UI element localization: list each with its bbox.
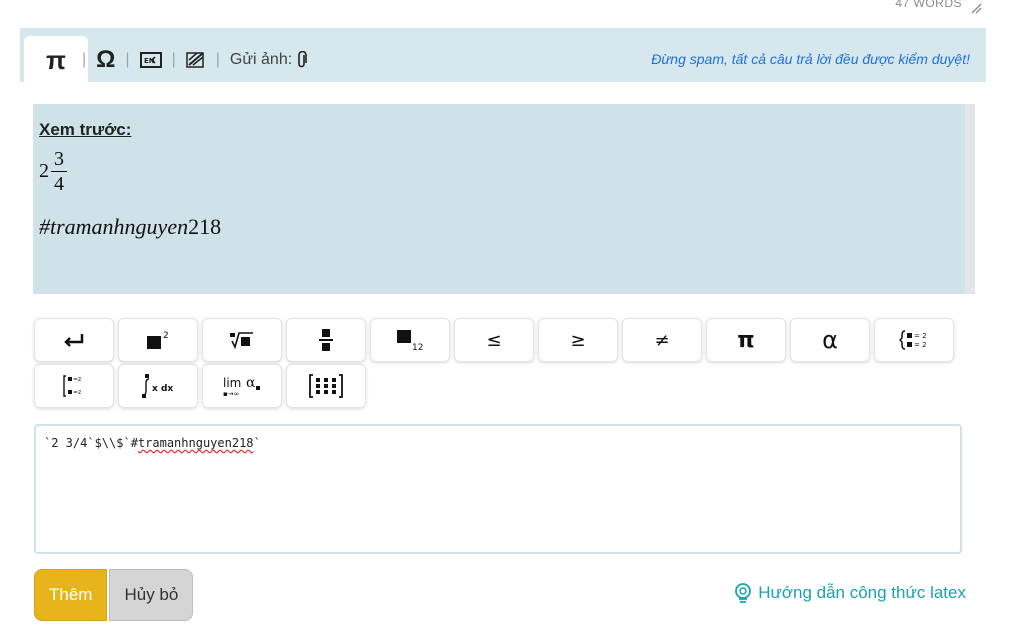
fraction-icon bbox=[319, 329, 333, 351]
separator: | bbox=[82, 51, 87, 68]
tab-math[interactable]: π bbox=[40, 44, 72, 76]
subscript-icon: 12 bbox=[397, 330, 423, 351]
svg-text:=z: =z bbox=[73, 376, 81, 383]
answer-editor-frame: 47 WORDS π | Ω | EN | | Gửi ảnh: Đừng sp… bbox=[20, 0, 986, 629]
fraction-denominator: 4 bbox=[54, 173, 64, 195]
latex-help-link[interactable]: Hướng dẫn công thức latex bbox=[732, 582, 966, 604]
cases-icon: = 2 = 2 bbox=[899, 330, 927, 350]
word-count: 47 WORDS bbox=[895, 0, 962, 10]
submit-button[interactable]: Thêm bbox=[34, 569, 108, 621]
limit-button[interactable]: lim ▪→∞ α bbox=[202, 364, 282, 408]
svg-text:12: 12 bbox=[412, 343, 423, 351]
separator: | bbox=[215, 51, 220, 68]
enter-button[interactable] bbox=[34, 318, 114, 362]
paperclip-icon[interactable] bbox=[296, 51, 308, 69]
cases-button[interactable]: = 2 = 2 bbox=[874, 318, 954, 362]
preview-title: Xem trước: bbox=[39, 120, 132, 139]
superscript-icon: 2 bbox=[147, 331, 169, 349]
mixed-whole: 2 bbox=[39, 160, 49, 182]
preview-tag: #tramanhnguyen218 bbox=[39, 214, 221, 240]
integral-button[interactable]: x dx bbox=[118, 364, 198, 408]
nth-root-button[interactable] bbox=[202, 318, 282, 362]
superscript-button[interactable]: 2 bbox=[118, 318, 198, 362]
latex-input-suffix: ` bbox=[253, 436, 261, 450]
piecewise-icon: =z =z bbox=[63, 375, 81, 397]
limit-icon: lim ▪→∞ α bbox=[223, 375, 260, 398]
separator: | bbox=[171, 51, 176, 68]
svg-text:▪→∞: ▪→∞ bbox=[223, 390, 239, 398]
tag-number: 218 bbox=[188, 214, 222, 239]
svg-text:= 2: = 2 bbox=[914, 341, 927, 349]
send-image-label: Gửi ảnh: bbox=[229, 51, 293, 68]
tag-hash: # bbox=[39, 214, 50, 239]
latex-input-prefix: `2 3/4`$\\$`# bbox=[44, 436, 138, 450]
top-editor-strip: 47 WORDS bbox=[20, 0, 986, 29]
fraction-bar bbox=[51, 171, 67, 172]
math-button-grid: 2 12 ≤ ≥ ≠ π α = 2 = 2 =z =z x dx lim ▪→… bbox=[34, 318, 964, 410]
preview-mixed-number: 2 3 4 bbox=[39, 148, 67, 195]
matrix-icon bbox=[309, 374, 343, 398]
separator: | bbox=[125, 51, 130, 68]
less-equal-button[interactable]: ≤ bbox=[454, 318, 534, 362]
svg-text:= 2: = 2 bbox=[914, 332, 927, 340]
drawing-icon bbox=[185, 52, 204, 68]
subscript-button[interactable]: 12 bbox=[370, 318, 450, 362]
fraction-button[interactable] bbox=[286, 318, 366, 362]
svg-text:=z: =z bbox=[73, 389, 81, 396]
piecewise-button[interactable]: =z =z bbox=[34, 364, 114, 408]
editor-panel: Xem trước: 2 3 4 #tramanhnguyen218 2 12 … bbox=[20, 82, 986, 629]
form-actions: Thêm Hủy bỏ bbox=[34, 569, 194, 621]
latex-help-label: Hướng dẫn công thức latex bbox=[758, 583, 966, 602]
integral-icon: x dx bbox=[142, 374, 173, 398]
fraction: 3 4 bbox=[51, 148, 67, 195]
tab-special-chars[interactable]: Ω bbox=[96, 44, 115, 76]
keyboard-icon: EN bbox=[139, 52, 162, 68]
tag-word: tramanhnguyen bbox=[50, 214, 189, 239]
matrix-button[interactable] bbox=[286, 364, 366, 408]
resize-grip-icon[interactable] bbox=[970, 2, 982, 14]
svg-text:x dx: x dx bbox=[152, 384, 173, 394]
svg-text:lim: lim bbox=[223, 376, 241, 390]
latex-input-username: tramanhnguyen218 bbox=[137, 436, 254, 450]
nth-root-icon bbox=[230, 332, 253, 349]
greater-equal-button[interactable]: ≥ bbox=[538, 318, 618, 362]
cancel-button[interactable]: Hủy bỏ bbox=[109, 569, 194, 621]
math-button-row: =z =z x dx lim ▪→∞ α bbox=[34, 364, 964, 408]
math-button-row: 2 12 ≤ ≥ ≠ π α = 2 = 2 bbox=[34, 318, 964, 362]
preview-box: Xem trước: 2 3 4 #tramanhnguyen218 bbox=[33, 104, 975, 294]
editor-toolbar: π | Ω | EN | | Gửi ảnh: bbox=[40, 44, 308, 76]
latex-input[interactable]: `2 3/4`$\\$`#tramanhnguyen218` bbox=[34, 424, 962, 554]
tab-keyboard[interactable]: EN bbox=[139, 44, 162, 76]
tab-drawing[interactable] bbox=[185, 44, 206, 76]
not-equal-button[interactable]: ≠ bbox=[622, 318, 702, 362]
pi-button[interactable]: π bbox=[706, 318, 786, 362]
enter-icon bbox=[64, 334, 84, 347]
bulb-icon bbox=[735, 583, 752, 603]
svg-text:α: α bbox=[246, 375, 256, 391]
fraction-numerator: 3 bbox=[54, 148, 64, 170]
svg-text:2: 2 bbox=[163, 331, 169, 341]
spam-warning: Đừng spam, tất cả câu trả lời đều được k… bbox=[651, 51, 970, 67]
alpha-button[interactable]: α bbox=[790, 318, 870, 362]
